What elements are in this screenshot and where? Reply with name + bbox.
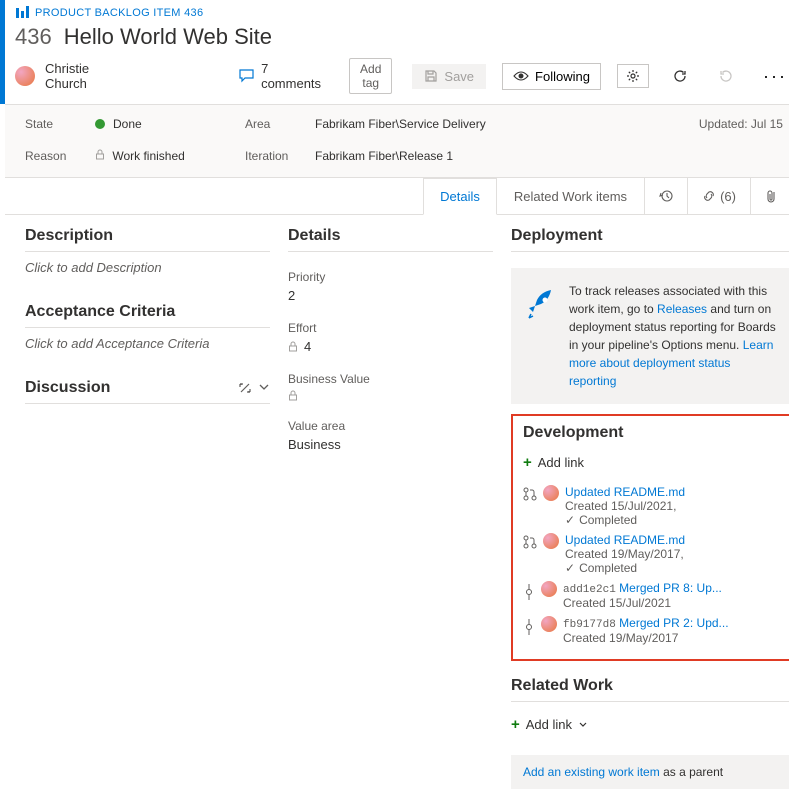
check-icon: ✓ bbox=[565, 561, 575, 575]
comment-icon bbox=[239, 69, 255, 83]
work-item-id: 436 bbox=[15, 24, 52, 50]
dev-link-title[interactable]: Merged PR 2: Upd... bbox=[619, 616, 728, 630]
pull-request-icon bbox=[523, 486, 537, 502]
updated-label: Updated: Jul 15 bbox=[699, 117, 783, 131]
effort-label: Effort bbox=[288, 321, 493, 335]
add-related-link-button[interactable]: + Add link bbox=[511, 712, 789, 741]
link-icon bbox=[702, 189, 716, 203]
pbi-icon bbox=[15, 6, 29, 20]
gear-icon bbox=[626, 69, 640, 83]
dev-link-created: Created 15/Jul/2021, bbox=[565, 499, 783, 513]
business-value-label: Business Value bbox=[288, 372, 493, 386]
attachment-icon bbox=[765, 188, 777, 204]
links-count: (6) bbox=[720, 189, 736, 204]
area-value[interactable]: Fabrikam Fiber\Service Delivery bbox=[315, 117, 575, 131]
avatar bbox=[543, 485, 559, 501]
plus-icon: + bbox=[523, 454, 532, 471]
plus-icon: + bbox=[511, 716, 520, 733]
expand-icon[interactable] bbox=[238, 381, 252, 395]
description-placeholder[interactable]: Click to add Description bbox=[25, 258, 270, 291]
acceptance-placeholder[interactable]: Click to add Acceptance Criteria bbox=[25, 334, 270, 367]
deployment-info-box: To track releases associated with this w… bbox=[511, 268, 789, 404]
comments-count: 7 comments bbox=[261, 61, 321, 91]
avatar bbox=[541, 616, 557, 632]
dev-item[interactable]: add1e2c1 Merged PR 8: Up... Created 15/J… bbox=[523, 575, 783, 610]
refresh-button[interactable] bbox=[665, 65, 695, 87]
avatar[interactable] bbox=[15, 66, 35, 86]
add-dev-link-button[interactable]: + Add link bbox=[523, 450, 783, 479]
business-value-value[interactable] bbox=[288, 386, 493, 407]
save-icon bbox=[424, 69, 438, 83]
dev-item[interactable]: fb9177d8 Merged PR 2: Upd... Created 19/… bbox=[523, 610, 783, 645]
work-item-type-label: PRODUCT BACKLOG ITEM 436 bbox=[35, 7, 203, 19]
lock-icon bbox=[288, 341, 298, 352]
avatar bbox=[543, 533, 559, 549]
undo-icon bbox=[719, 69, 733, 83]
releases-link[interactable]: Releases bbox=[657, 302, 707, 316]
rocket-icon bbox=[523, 288, 557, 322]
dev-item[interactable]: Updated README.md Created 15/Jul/2021, ✓… bbox=[523, 479, 783, 527]
state-label: State bbox=[25, 117, 85, 131]
comments-button[interactable]: 7 comments bbox=[239, 61, 321, 91]
refresh-icon bbox=[673, 69, 687, 83]
check-icon: ✓ bbox=[565, 513, 575, 527]
dev-item[interactable]: Updated README.md Created 19/May/2017, ✓… bbox=[523, 527, 783, 575]
tab-attachments[interactable] bbox=[750, 178, 789, 214]
more-actions-button[interactable]: ··· bbox=[757, 64, 789, 89]
development-title: Development bbox=[523, 424, 783, 442]
development-section: Development + Add link Updated README.md… bbox=[511, 414, 789, 661]
chevron-down-icon[interactable] bbox=[258, 381, 270, 395]
add-existing-link[interactable]: Add an existing work item bbox=[523, 765, 660, 779]
assigned-to[interactable]: Christie Church bbox=[45, 61, 89, 91]
settings-button[interactable] bbox=[617, 64, 649, 88]
iteration-label: Iteration bbox=[245, 149, 305, 163]
discussion-title: Discussion bbox=[25, 379, 270, 404]
tab-history[interactable] bbox=[644, 178, 687, 214]
reason-label: Reason bbox=[25, 149, 85, 163]
undo-button[interactable] bbox=[711, 65, 741, 87]
tab-links[interactable]: (6) bbox=[687, 178, 750, 214]
pull-request-icon bbox=[523, 534, 537, 550]
dev-link-title[interactable]: Updated README.md bbox=[565, 485, 685, 499]
value-area-value[interactable]: Business bbox=[288, 433, 493, 458]
deployment-title: Deployment bbox=[511, 227, 789, 252]
add-tag-button[interactable]: Add tag bbox=[349, 58, 392, 94]
follow-button[interactable]: Following bbox=[502, 63, 601, 90]
history-icon bbox=[659, 189, 673, 203]
related-work-title: Related Work bbox=[511, 677, 789, 702]
eye-icon bbox=[513, 70, 529, 82]
work-item-title[interactable]: Hello World Web Site bbox=[64, 24, 272, 50]
state-dot-icon bbox=[95, 119, 105, 129]
acceptance-title: Acceptance Criteria bbox=[25, 303, 270, 328]
tab-related-work-items[interactable]: Related Work items bbox=[497, 178, 644, 214]
avatar bbox=[541, 581, 557, 597]
commit-hash: fb9177d8 bbox=[563, 619, 616, 631]
state-value[interactable]: Done bbox=[95, 117, 235, 131]
effort-value[interactable]: 4 bbox=[288, 335, 493, 360]
iteration-value[interactable]: Fabrikam Fiber\Release 1 bbox=[315, 149, 575, 163]
dev-link-created: Created 15/Jul/2021 bbox=[563, 596, 783, 610]
priority-label: Priority bbox=[288, 270, 493, 284]
dev-link-created: Created 19/May/2017 bbox=[563, 631, 783, 645]
dev-link-created: Created 19/May/2017, bbox=[565, 547, 783, 561]
commit-hash: add1e2c1 bbox=[563, 584, 616, 596]
dev-link-title[interactable]: Updated README.md bbox=[565, 533, 685, 547]
description-title: Description bbox=[25, 227, 270, 252]
chevron-down-icon bbox=[578, 720, 588, 730]
add-existing-work-item[interactable]: Add an existing work item as a parent bbox=[511, 755, 789, 789]
commit-icon bbox=[523, 618, 535, 636]
area-label: Area bbox=[245, 117, 305, 131]
tab-details[interactable]: Details bbox=[423, 178, 497, 215]
lock-icon bbox=[95, 149, 108, 163]
commit-icon bbox=[523, 583, 535, 601]
reason-value[interactable]: Work finished bbox=[95, 149, 235, 163]
value-area-label: Value area bbox=[288, 419, 493, 433]
details-panel-title: Details bbox=[288, 227, 493, 252]
dev-link-title[interactable]: Merged PR 8: Up... bbox=[619, 581, 722, 595]
priority-value[interactable]: 2 bbox=[288, 284, 493, 309]
lock-icon bbox=[288, 390, 298, 401]
save-button[interactable]: Save bbox=[412, 64, 486, 89]
